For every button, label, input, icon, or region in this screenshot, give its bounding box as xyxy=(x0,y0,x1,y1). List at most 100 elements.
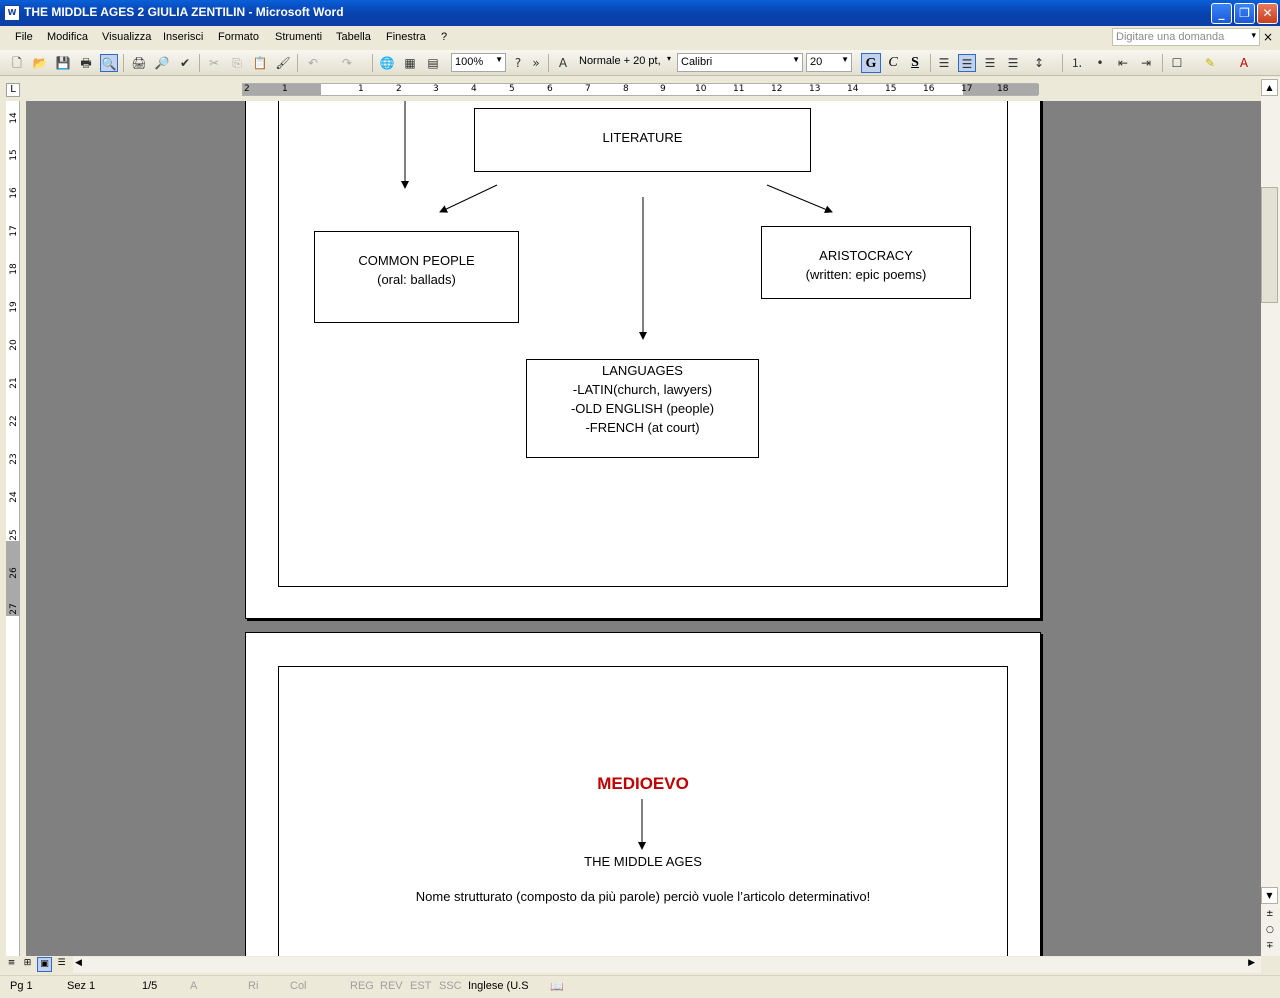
scroll-up-button[interactable]: ▲ xyxy=(1261,79,1278,96)
font-size-select[interactable]: 20 ▼ xyxy=(806,53,852,72)
ruler-number: 3 xyxy=(433,84,439,94)
help-icon[interactable]: ? xyxy=(509,54,527,72)
menu-formato[interactable]: Formato xyxy=(218,31,259,43)
bullets-icon[interactable]: • xyxy=(1091,54,1109,72)
languages-box[interactable]: LANGUAGES -LATIN(church, lawyers) -OLD E… xyxy=(526,359,759,458)
browse-object-icon[interactable]: ○ xyxy=(1266,925,1274,935)
spelling-status-icon[interactable]: 📖 xyxy=(550,980,564,993)
style-select[interactable]: Normale + 20 pt, ▾ xyxy=(576,53,673,72)
normal-view-icon[interactable]: ≡ xyxy=(4,957,19,972)
line-spacing-icon[interactable]: ↕ xyxy=(1030,54,1048,72)
status-language[interactable]: Inglese (U.S xyxy=(468,980,529,992)
scroll-thumb[interactable] xyxy=(1261,187,1278,303)
menu-help[interactable]: ? xyxy=(441,31,447,43)
ruler-number: 4 xyxy=(471,84,477,94)
aristocracy-box[interactable]: ARISTOCRACY (written: epic poems) xyxy=(761,226,971,299)
border-icon[interactable]: ☐ xyxy=(1168,54,1186,72)
common-people-title: COMMON PEOPLE xyxy=(358,253,475,268)
bold-button[interactable]: G xyxy=(861,53,881,73)
spelling-icon[interactable]: ✔ xyxy=(176,54,194,72)
open-folder-icon[interactable]: 📂 xyxy=(31,54,49,72)
cut-icon[interactable]: ✂ xyxy=(205,54,223,72)
font-select[interactable]: Calibri ▼ xyxy=(677,53,803,72)
justify-icon[interactable]: ☰ xyxy=(1004,54,1022,72)
menu-inserisci[interactable]: Inserisci xyxy=(163,31,203,43)
web-view-icon[interactable]: ⊞ xyxy=(20,957,35,972)
align-left-icon[interactable]: ☰ xyxy=(935,54,953,72)
previous-page-icon[interactable]: ± xyxy=(1266,909,1274,919)
chevron-down-icon: ▾ xyxy=(666,54,671,63)
tab-selector[interactable]: L xyxy=(6,83,20,97)
help-search-placeholder: Digitare una domanda xyxy=(1116,31,1225,43)
italic-button[interactable]: C xyxy=(883,53,903,73)
highlight-icon[interactable]: ✎ xyxy=(1201,54,1219,72)
menu-strumenti[interactable]: Strumenti xyxy=(275,31,322,43)
underline-button[interactable]: S xyxy=(905,53,925,73)
ruler-number: 20 xyxy=(9,339,19,351)
literature-label: LITERATURE xyxy=(602,130,683,145)
status-record-macro[interactable]: REG xyxy=(350,980,374,992)
close-document-icon[interactable]: × xyxy=(1263,30,1273,44)
menu-finestra[interactable]: Finestra xyxy=(386,31,426,43)
preview-icon[interactable]: 🔎 xyxy=(153,54,171,72)
toolbar-options-icon[interactable]: » xyxy=(530,54,542,72)
minimize-button[interactable]: _ xyxy=(1211,3,1232,24)
status-at: A xyxy=(190,980,198,992)
scroll-right-button[interactable]: ▶ xyxy=(1248,958,1255,968)
increase-indent-icon[interactable]: ⇥ xyxy=(1137,54,1155,72)
decrease-indent-icon[interactable]: ⇤ xyxy=(1114,54,1132,72)
save-icon[interactable]: 💾 xyxy=(54,54,72,72)
print-layout-view-icon[interactable]: ▣ xyxy=(37,957,52,972)
horizontal-ruler[interactable]: 2 1 1 2 3 4 5 6 7 8 9 10 11 12 13 14 15 … xyxy=(242,83,1039,96)
page-1[interactable]: LITERATURE COMMON PEOPLE (oral: ballads)… xyxy=(245,101,1041,619)
print-preview-icon[interactable]: 🔍 xyxy=(100,54,118,72)
toolbar-separator xyxy=(930,54,931,72)
permission-icon[interactable]: 🖶 xyxy=(77,54,95,72)
scroll-left-button[interactable]: ◀ xyxy=(75,958,82,968)
status-line: Ri xyxy=(248,980,259,992)
common-people-box[interactable]: COMMON PEOPLE (oral: ballads) xyxy=(314,231,519,323)
ruler-number: 25 xyxy=(9,529,19,541)
scroll-down-button[interactable]: ▼ xyxy=(1261,887,1278,904)
horizontal-scrollbar[interactable]: ◀ ▶ xyxy=(73,957,1261,973)
numbering-icon[interactable]: ⒈ xyxy=(1068,54,1086,72)
align-center-icon[interactable]: ☰ xyxy=(958,54,976,72)
copy-icon[interactable]: ⎘ xyxy=(228,54,246,72)
menu-tabella[interactable]: Tabella xyxy=(336,31,371,43)
redo-icon[interactable]: ↷ xyxy=(338,54,356,72)
vertical-ruler[interactable]: 14 15 16 17 18 19 20 21 22 23 24 25 26 2… xyxy=(6,101,20,956)
menu-file[interactable]: File xyxy=(15,31,33,43)
document-workspace[interactable]: LITERATURE COMMON PEOPLE (oral: ballads)… xyxy=(26,101,1261,956)
status-overtype[interactable]: SSC xyxy=(439,980,462,992)
menu-modifica[interactable]: Modifica xyxy=(47,31,88,43)
help-search-input[interactable]: Digitare una domanda ▾ xyxy=(1112,28,1260,46)
undo-icon[interactable]: ↶ xyxy=(304,54,322,72)
restore-button[interactable]: ❐ xyxy=(1234,3,1255,24)
menu-visualizza[interactable]: Visualizza xyxy=(102,31,151,43)
status-track-changes[interactable]: REV xyxy=(380,980,403,992)
print-icon[interactable]: 🖨 xyxy=(130,54,148,72)
close-button[interactable]: ✕ xyxy=(1257,3,1278,24)
styles-pane-icon[interactable]: A xyxy=(554,54,572,72)
new-document-icon[interactable]: 🗋 xyxy=(8,54,26,72)
literature-box[interactable]: LITERATURE xyxy=(474,108,811,172)
window-title: THE MIDDLE AGES 2 GIULIA ZENTILIN - Micr… xyxy=(24,5,344,19)
page-2[interactable]: MEDIOEVO THE MIDDLE AGES Nome strutturat… xyxy=(245,632,1041,956)
format-painter-icon[interactable]: 🖌 xyxy=(274,54,292,72)
ruler-number: 1 xyxy=(282,84,288,94)
vertical-scrollbar[interactable]: ▲ ▼ ± ○ ∓ xyxy=(1261,77,1280,956)
outline-view-icon[interactable]: ☰ xyxy=(54,957,69,972)
chevron-down-icon[interactable]: ▾ xyxy=(1251,30,1256,41)
columns-icon[interactable]: ▤ xyxy=(424,54,442,72)
paste-icon[interactable]: 📋 xyxy=(251,54,269,72)
align-right-icon[interactable]: ☰ xyxy=(981,54,999,72)
status-bar: Pg 1 Sez 1 1/5 A Ri Col REG REV EST SSC … xyxy=(0,975,1280,998)
hyperlink-icon[interactable]: 🌐 xyxy=(378,54,396,72)
zoom-select[interactable]: 100% ▼ xyxy=(451,53,506,72)
next-page-icon[interactable]: ∓ xyxy=(1266,941,1274,951)
font-color-icon[interactable]: A xyxy=(1235,54,1253,72)
zoom-value: 100% xyxy=(455,56,484,68)
word-app-icon[interactable]: W xyxy=(4,5,20,21)
table-icon[interactable]: ▦ xyxy=(401,54,419,72)
status-extend-selection[interactable]: EST xyxy=(410,980,431,992)
